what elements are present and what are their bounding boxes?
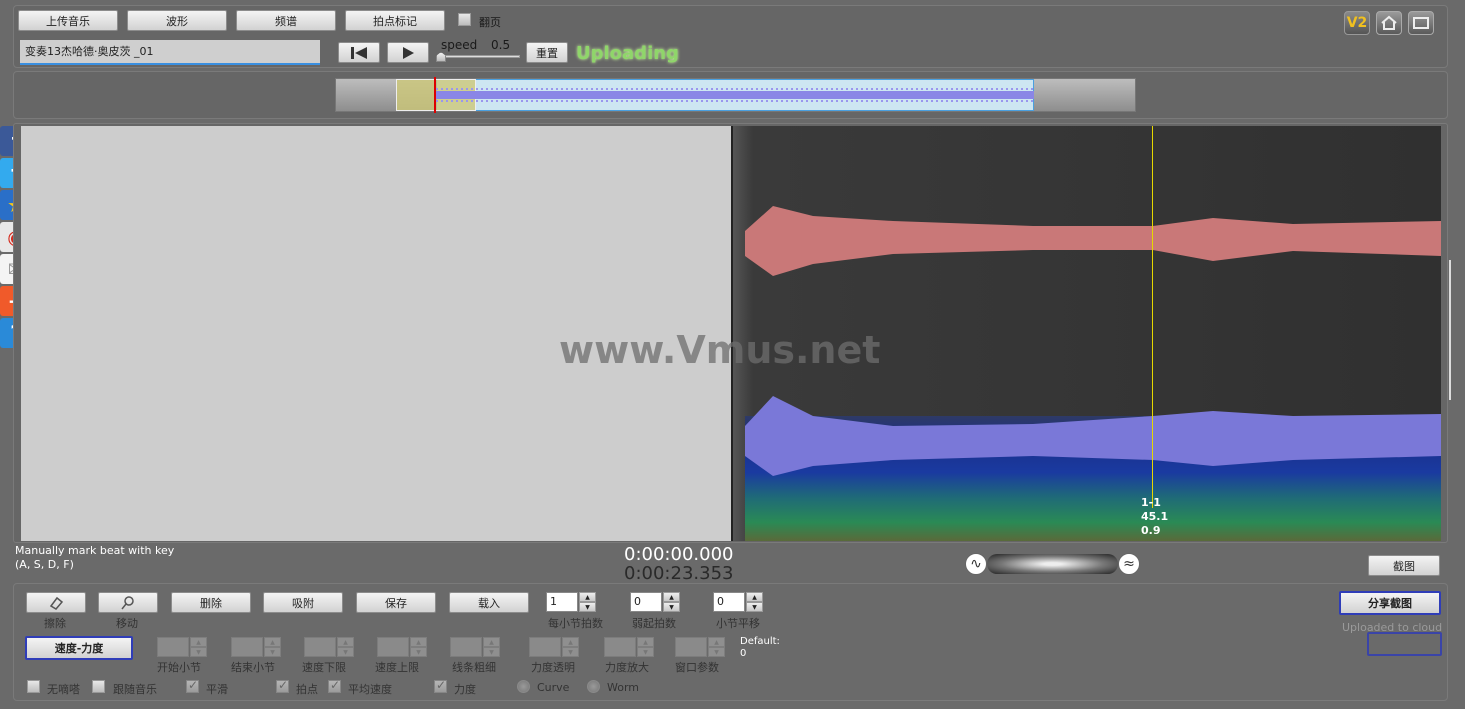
beats-per-bar-input[interactable]: 1 bbox=[546, 592, 578, 612]
hint-line2: (A, S, D, F) bbox=[15, 558, 74, 571]
dyn-zoom-label: 力度放大 bbox=[605, 661, 649, 674]
follow-music-label: 跟随音乐 bbox=[113, 683, 157, 696]
screenshot-button[interactable]: 截图 bbox=[1368, 555, 1440, 576]
zoom-slider[interactable] bbox=[987, 554, 1118, 574]
share-screenshot-button[interactable]: 分享截图 bbox=[1339, 591, 1441, 615]
smooth-label: 平滑 bbox=[206, 683, 228, 696]
no-metronome-checkbox[interactable] bbox=[27, 680, 40, 693]
v2-badge[interactable]: V2 bbox=[1344, 11, 1370, 35]
decrement-icon[interactable]: ▼ bbox=[663, 602, 680, 612]
file-name-field[interactable]: 变奏13杰哈德·奥皮茨 _01 bbox=[20, 40, 320, 65]
smooth-checkbox[interactable] bbox=[186, 678, 199, 693]
default-value: 0 bbox=[740, 648, 747, 659]
skip-back-icon bbox=[351, 46, 367, 59]
delete-button[interactable]: 删除 bbox=[171, 592, 251, 613]
upbeat-label: 弱起拍数 bbox=[632, 617, 676, 630]
speed-label: speed bbox=[441, 38, 478, 52]
page-flip-label: 翻页 bbox=[479, 16, 501, 29]
erase-button[interactable] bbox=[26, 592, 86, 613]
marker-tempo: 45.1 bbox=[1141, 510, 1169, 523]
dyn-opacity-stepper[interactable]: ▲ ▼ bbox=[529, 637, 579, 657]
fullscreen-icon[interactable] bbox=[1408, 11, 1434, 35]
line-width-stepper[interactable]: ▲ ▼ bbox=[450, 637, 500, 657]
dynamics-label: 力度 bbox=[454, 683, 476, 696]
watermark: www.Vmus.net bbox=[559, 328, 881, 372]
speed-value: 0.5 bbox=[491, 38, 511, 52]
erase-label: 擦除 bbox=[44, 617, 66, 630]
end-bar-stepper[interactable]: ▲ ▼ bbox=[231, 637, 281, 657]
avg-tempo-label: 平均速度 bbox=[348, 683, 392, 696]
upbeat-stepper[interactable]: 0 ▲ ▼ bbox=[630, 592, 680, 612]
page-flip-checkbox[interactable] bbox=[458, 13, 471, 26]
avg-tempo-checkbox[interactable] bbox=[328, 678, 341, 693]
skip-to-start-button[interactable] bbox=[338, 42, 380, 63]
start-bar-stepper[interactable]: ▲ ▼ bbox=[157, 637, 207, 657]
main-canvas[interactable]: 1-1 45.1 0.9 www.Vmus.net bbox=[13, 123, 1448, 543]
no-metronome-label: 无嘀嗒 bbox=[47, 683, 80, 696]
move-label: 移动 bbox=[116, 617, 138, 630]
play-icon bbox=[403, 46, 414, 59]
start-bar-label: 开始小节 bbox=[157, 661, 201, 674]
marker-value: 0.9 bbox=[1141, 524, 1161, 537]
tempo-max-label: 速度上限 bbox=[375, 661, 419, 674]
default-label: Default: bbox=[740, 636, 780, 647]
window-param-stepper[interactable]: ▲ ▼ bbox=[675, 637, 725, 657]
increment-icon[interactable]: ▲ bbox=[746, 592, 763, 602]
load-button[interactable]: 载入 bbox=[449, 592, 529, 613]
bar-offset-input[interactable]: 0 bbox=[713, 592, 745, 612]
overview-track[interactable] bbox=[335, 77, 1136, 113]
tempo-max-stepper[interactable]: ▲ ▼ bbox=[377, 637, 427, 657]
play-button[interactable] bbox=[387, 42, 429, 63]
beats-per-bar-stepper[interactable]: 1 ▲ ▼ bbox=[546, 592, 596, 612]
tempo-min-stepper[interactable]: ▲ ▼ bbox=[304, 637, 354, 657]
beat-cursor[interactable] bbox=[1152, 126, 1153, 508]
end-bar-label: 结束小节 bbox=[231, 661, 275, 674]
beats-per-bar-label: 每小节拍数 bbox=[548, 617, 603, 630]
wave-zoom-out-icon[interactable]: ∿ bbox=[965, 553, 987, 575]
curve-radio[interactable] bbox=[517, 680, 530, 693]
marker-beat: 1-1 bbox=[1141, 496, 1161, 509]
bar-offset-stepper[interactable]: 0 ▲ ▼ bbox=[713, 592, 763, 612]
total-time: 0:00:23.353 bbox=[624, 563, 734, 584]
beat-marks-button[interactable]: 拍点标记 bbox=[345, 10, 445, 31]
speed-slider[interactable] bbox=[438, 55, 520, 58]
waveform-button[interactable]: 波形 bbox=[127, 10, 227, 31]
beats-label: 拍点 bbox=[296, 683, 318, 696]
decrement-icon[interactable]: ▼ bbox=[746, 602, 763, 612]
window-param-label: 窗口参数 bbox=[675, 661, 719, 674]
beats-checkbox[interactable] bbox=[276, 678, 289, 693]
home-icon[interactable] bbox=[1376, 11, 1402, 35]
move-icon bbox=[121, 595, 134, 609]
dyn-opacity-label: 力度透明 bbox=[531, 661, 575, 674]
dyn-zoom-stepper[interactable]: ▲ ▼ bbox=[604, 637, 654, 657]
worm-label: Worm bbox=[607, 681, 640, 694]
reset-button[interactable]: 重置 bbox=[526, 42, 568, 63]
overview-waveform bbox=[436, 88, 1034, 102]
increment-icon[interactable]: ▲ bbox=[579, 592, 596, 602]
upload-music-button[interactable]: 上传音乐 bbox=[18, 10, 118, 31]
worm-radio[interactable] bbox=[587, 680, 600, 693]
snap-button[interactable]: 吸附 bbox=[263, 592, 343, 613]
wave-zoom-in-icon[interactable]: ≈ bbox=[1118, 553, 1140, 575]
overview-playhead[interactable] bbox=[434, 77, 436, 113]
spectrum-button[interactable]: 频谱 bbox=[236, 10, 336, 31]
line-width-label: 线条粗细 bbox=[452, 661, 496, 674]
upload-status: Uploading bbox=[576, 43, 679, 64]
eraser-icon bbox=[49, 596, 64, 610]
curve-label: Curve bbox=[537, 681, 570, 694]
save-button[interactable]: 保存 bbox=[356, 592, 436, 613]
follow-music-checkbox[interactable] bbox=[92, 680, 105, 693]
upbeat-input[interactable]: 0 bbox=[630, 592, 662, 612]
increment-icon[interactable]: ▲ bbox=[663, 592, 680, 602]
dynamics-checkbox[interactable] bbox=[434, 678, 447, 693]
tempo-dynamics-button[interactable]: 速度-力度 bbox=[25, 636, 133, 660]
move-button[interactable] bbox=[98, 592, 158, 613]
hint-line1: Manually mark beat with key bbox=[15, 544, 175, 557]
tempo-min-label: 速度下限 bbox=[302, 661, 346, 674]
bar-offset-label: 小节平移 bbox=[716, 617, 760, 630]
cloud-link-button[interactable] bbox=[1367, 632, 1442, 656]
current-time: 0:00:00.000 bbox=[624, 544, 734, 565]
decrement-icon[interactable]: ▼ bbox=[579, 602, 596, 612]
vertical-scrollbar[interactable] bbox=[1449, 260, 1461, 400]
